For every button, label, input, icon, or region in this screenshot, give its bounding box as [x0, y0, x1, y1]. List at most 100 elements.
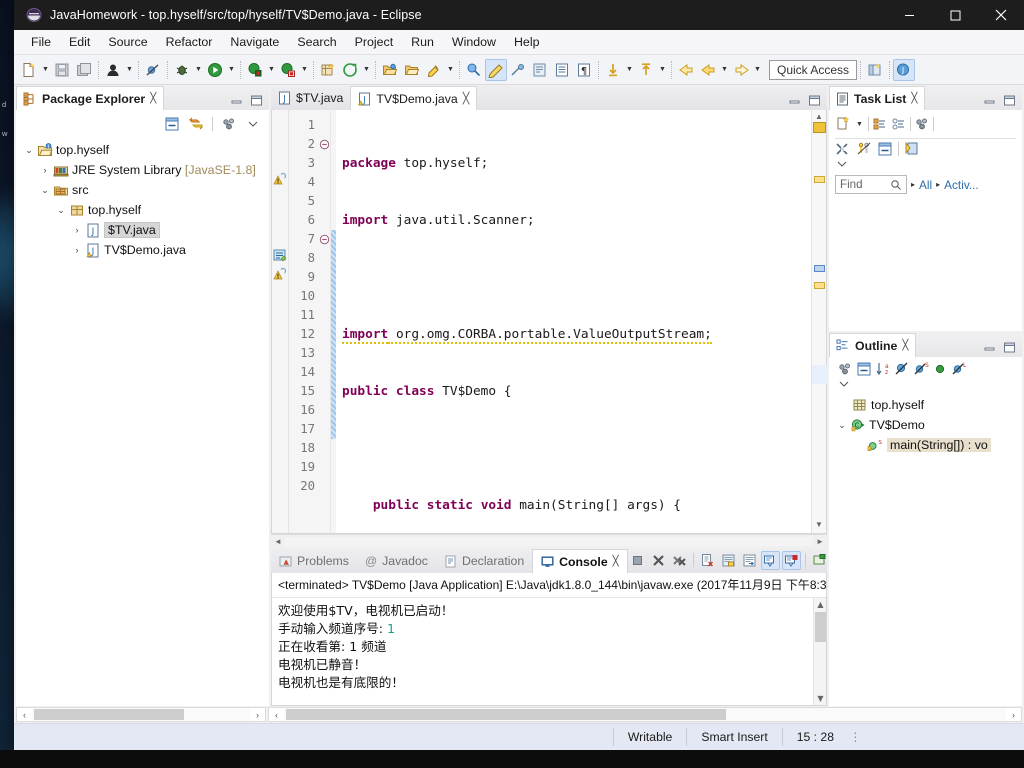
view-chevron-icon[interactable] — [835, 157, 1016, 171]
outline-item-package-declaration[interactable]: top.hyself — [829, 395, 1022, 415]
marker-ruler[interactable] — [272, 110, 289, 533]
view-chevron-icon[interactable] — [837, 377, 1016, 391]
view-menu-icon[interactable] — [914, 116, 930, 132]
close-icon[interactable]: ╳ — [911, 93, 917, 104]
maximize-icon[interactable] — [1003, 342, 1016, 353]
next-arrow[interactable]: ▼ — [624, 59, 635, 81]
warning-icon[interactable] — [273, 267, 287, 281]
back-arrow[interactable]: ▼ — [719, 59, 730, 81]
skip-breakpoints-icon[interactable] — [142, 59, 164, 81]
editor-tab-tv-java[interactable]: J $TV.java — [271, 86, 350, 110]
minimize-window-button[interactable] — [886, 0, 932, 30]
search-icon[interactable] — [890, 179, 902, 191]
new-java-class-icon[interactable] — [339, 59, 361, 81]
console-vertical-scrollbar[interactable]: ▲ ▼ — [813, 598, 826, 705]
new-task-icon[interactable] — [835, 116, 851, 132]
console-body[interactable]: <terminated> TV$Demo [Java Application] … — [271, 573, 827, 706]
editor-hscroll-track[interactable] — [285, 536, 813, 546]
open-task-icon[interactable] — [401, 59, 423, 81]
word-wrap-icon[interactable] — [740, 551, 759, 570]
hide-static-icon[interactable]: S — [913, 361, 929, 377]
chevron-right-icon[interactable]: › — [70, 243, 84, 257]
menu-run[interactable]: Run — [402, 32, 443, 52]
link-with-editor-icon[interactable] — [186, 114, 206, 134]
coverage-arrow[interactable]: ▼ — [299, 59, 310, 81]
toggle-breadcrumb-icon[interactable] — [485, 58, 507, 81]
menu-refactor[interactable]: Refactor — [157, 32, 222, 52]
overview-warning-marker[interactable] — [814, 282, 825, 289]
remove-all-terminated-icon[interactable] — [670, 551, 689, 570]
java-perspective-icon[interactable]: J — [893, 58, 916, 81]
os-taskbar[interactable] — [0, 750, 1024, 768]
tree-item-tv-java-file[interactable]: › J $TV.java — [16, 220, 269, 240]
previous-annotation-icon[interactable] — [635, 59, 657, 81]
chevron-down-icon[interactable]: ⌄ — [835, 418, 849, 432]
tab-problems[interactable]: Problems — [271, 549, 357, 573]
close-icon[interactable]: ╳ — [613, 556, 619, 567]
package-explorer-close-icon[interactable]: ╳ — [150, 93, 156, 104]
tab-javadoc[interactable]: @ Javadoc — [357, 549, 436, 573]
scroll-right-arrow-icon[interactable]: › — [250, 710, 265, 720]
chevron-right-icon[interactable]: › — [38, 163, 52, 177]
clear-console-icon[interactable] — [698, 551, 717, 570]
menu-window[interactable]: Window — [443, 32, 505, 52]
external-tools-icon[interactable] — [244, 59, 266, 81]
view-menu-icon[interactable] — [837, 361, 853, 377]
scroll-thumb[interactable] — [286, 709, 726, 720]
scroll-right-arrow-icon[interactable]: › — [1006, 710, 1021, 720]
forward-icon[interactable] — [730, 59, 752, 81]
focus-on-workweek-icon[interactable] — [835, 141, 851, 157]
quick-access-input[interactable]: Quick Access — [769, 59, 858, 80]
editor-horizontal-scrollbar[interactable]: ◄ ► — [271, 534, 827, 547]
minimize-icon[interactable] — [983, 342, 996, 353]
tree-item-package-top-hyself[interactable]: ⌄ top.hyself — [16, 200, 269, 220]
view-chevron-icon[interactable] — [243, 114, 263, 134]
todo-icon[interactable] — [273, 248, 287, 262]
chevron-right-icon[interactable]: › — [70, 223, 84, 237]
tab-package-explorer[interactable]: Package Explorer ╳ — [16, 86, 165, 110]
maximize-icon[interactable] — [808, 95, 821, 106]
external-tools-arrow[interactable]: ▼ — [266, 59, 277, 81]
filter-active-arrow[interactable]: ▸ — [936, 180, 940, 189]
maximize-icon[interactable] — [250, 95, 263, 106]
scroll-left-arrow-icon[interactable]: ‹ — [269, 710, 284, 720]
tree-item-jre-system-library[interactable]: › JRE System Library [JavaSE-1.8] — [16, 160, 269, 180]
menu-help[interactable]: Help — [505, 32, 548, 52]
status-insert-mode[interactable]: Smart Insert — [686, 728, 781, 746]
new-task-arrow[interactable]: ▼ — [854, 113, 865, 135]
scroll-left-arrow-icon[interactable]: ◄ — [271, 537, 285, 546]
filter-all-link[interactable]: All — [919, 178, 932, 192]
new-annotation-icon[interactable] — [551, 59, 573, 81]
search-arrow[interactable]: ▼ — [445, 59, 456, 81]
collapse-all-icon[interactable] — [877, 141, 893, 157]
back-icon[interactable] — [675, 59, 697, 81]
filter-active-link[interactable]: Activ... — [944, 178, 979, 192]
close-window-button[interactable] — [978, 0, 1024, 30]
tree-item-tvdemo-java-file[interactable]: › J TV$Demo.java — [16, 240, 269, 260]
tab-declaration[interactable]: Declaration — [436, 549, 532, 573]
new-java-project-icon[interactable] — [317, 59, 339, 81]
menu-file[interactable]: File — [22, 32, 60, 52]
next-annotation-icon[interactable] — [602, 59, 624, 81]
tab-task-list[interactable]: Task List ╳ — [829, 86, 926, 110]
scroll-right-arrow-icon[interactable]: ► — [813, 537, 827, 546]
menu-search[interactable]: Search — [288, 32, 345, 52]
close-icon[interactable]: ╳ — [463, 92, 470, 105]
scroll-left-arrow-icon[interactable]: ‹ — [17, 710, 32, 720]
editor-tab-tvdemo-java[interactable]: J TV$Demo.java ╳ — [350, 86, 478, 110]
link-icon[interactable] — [507, 59, 529, 81]
close-icon[interactable]: ╳ — [902, 340, 908, 351]
scroll-up-arrow-icon[interactable]: ▲ — [815, 112, 823, 121]
categorized-presentation-icon[interactable] — [872, 116, 888, 132]
task-list-body[interactable]: ▼ Find ▸ All ▸ Activ... — [829, 110, 1022, 331]
maximize-icon[interactable] — [1003, 95, 1016, 106]
console-scroll-thumb[interactable] — [815, 612, 826, 642]
view-menu-icon[interactable] — [219, 114, 239, 134]
restore-tasks-icon[interactable] — [904, 141, 920, 157]
scroll-down-arrow-icon[interactable]: ▼ — [814, 692, 826, 705]
overview-ruler[interactable]: ▲ ▼ — [811, 110, 827, 533]
chevron-down-icon[interactable]: ⌄ — [54, 203, 68, 217]
run-icon[interactable] — [204, 59, 226, 81]
hide-fields-icon[interactable] — [894, 361, 910, 377]
fold-marker-collapse[interactable] — [319, 135, 330, 154]
